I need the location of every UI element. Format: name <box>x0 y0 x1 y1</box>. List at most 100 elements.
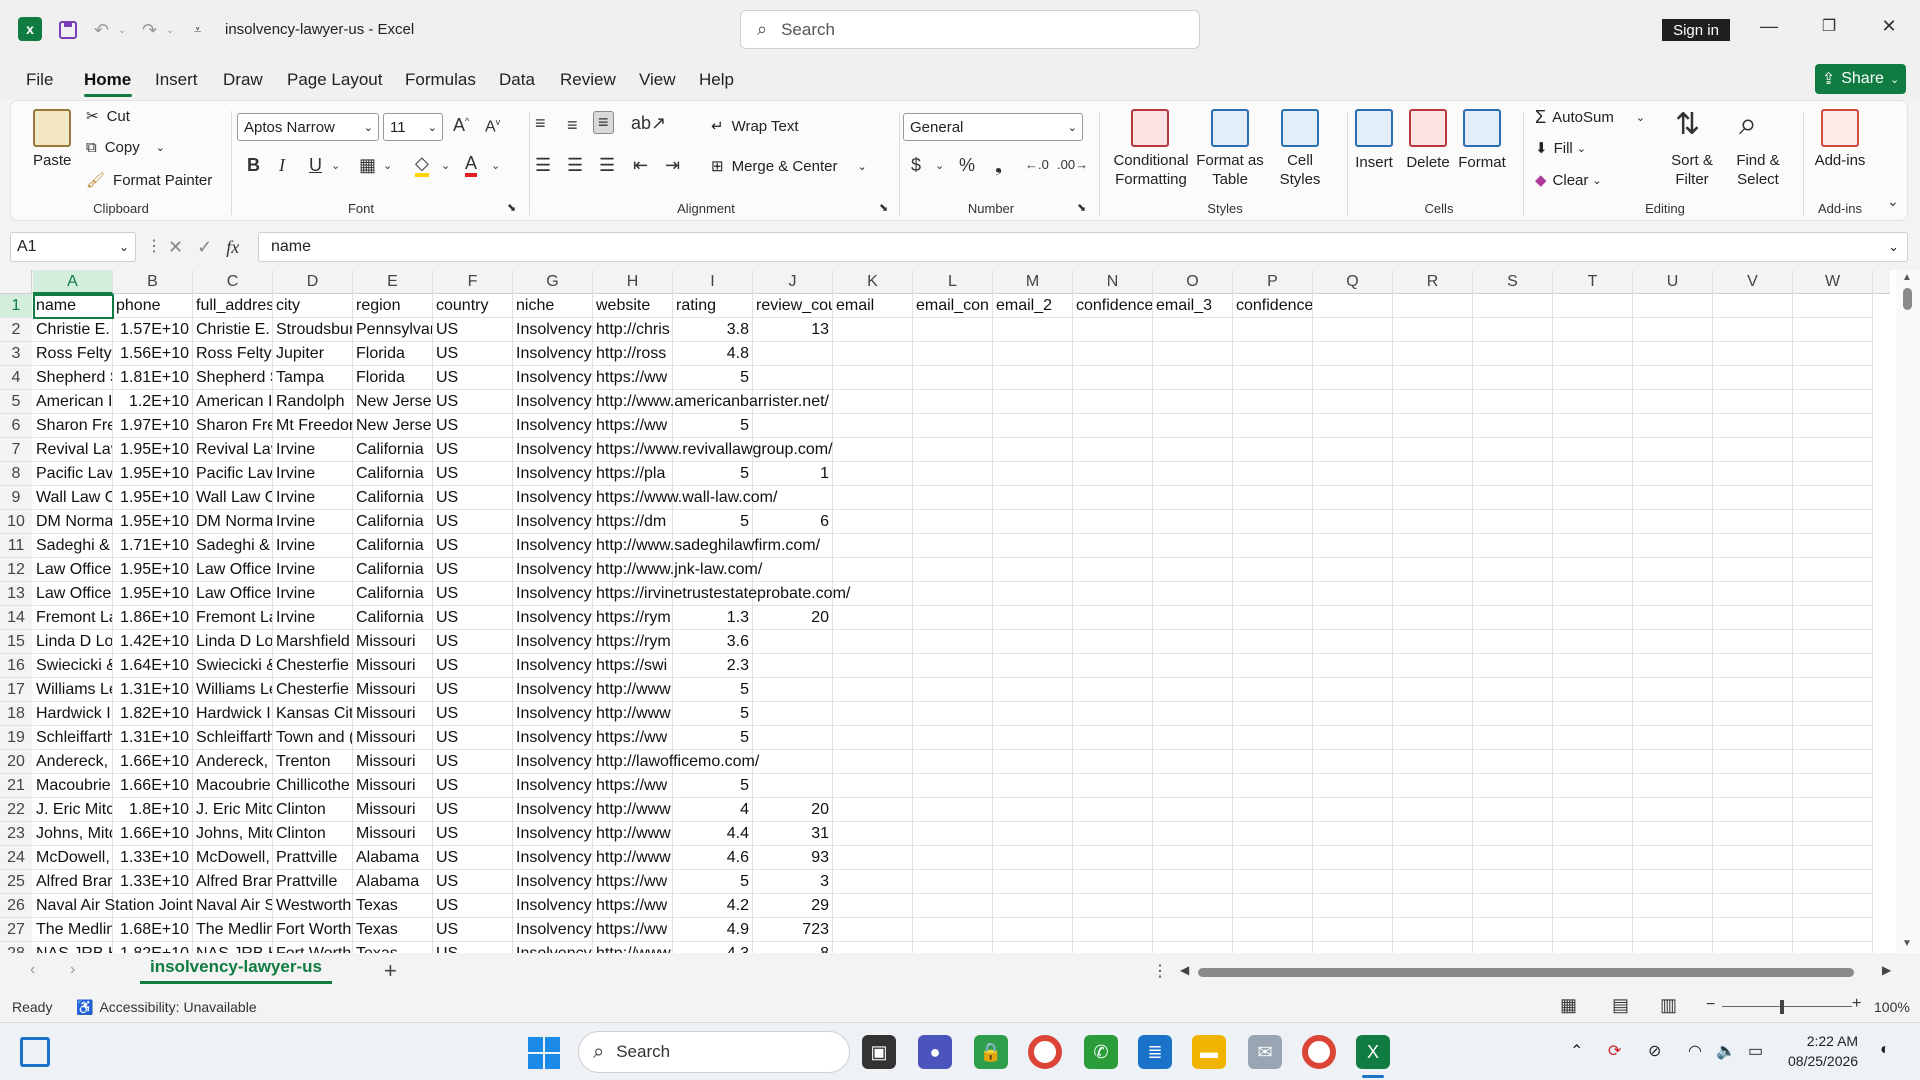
table-cell[interactable]: https://dm <box>593 510 673 534</box>
table-cell[interactable]: Fort Worth <box>273 942 353 953</box>
table-cell[interactable] <box>913 822 993 846</box>
column-header[interactable]: F <box>433 270 513 294</box>
column-header[interactable]: Q <box>1313 270 1393 294</box>
table-cell[interactable]: Insolvency <box>513 630 593 654</box>
table-cell[interactable]: Missouri <box>353 702 433 726</box>
table-cell[interactable]: 6 <box>753 510 833 534</box>
table-cell[interactable]: 1.3 <box>673 606 753 630</box>
table-cell[interactable] <box>1473 438 1553 462</box>
table-cell[interactable] <box>1553 462 1633 486</box>
table-cell[interactable]: Marshfield <box>273 630 353 654</box>
table-cell[interactable]: 1.82E+10 <box>113 702 193 726</box>
table-cell[interactable]: 1.8E+10 <box>113 798 193 822</box>
table-cell[interactable] <box>833 606 913 630</box>
table-cell[interactable] <box>1153 414 1233 438</box>
table-cell[interactable] <box>833 390 913 414</box>
table-cell[interactable] <box>1473 918 1553 942</box>
table-cell[interactable] <box>1313 654 1393 678</box>
table-cell[interactable]: 4.9 <box>673 918 753 942</box>
table-cell[interactable] <box>1313 294 1393 318</box>
table-cell[interactable]: 31 <box>753 822 833 846</box>
table-cell[interactable] <box>1553 918 1633 942</box>
table-cell[interactable]: Insolvency <box>513 726 593 750</box>
table-cell[interactable] <box>913 534 993 558</box>
table-cell[interactable]: California <box>353 510 433 534</box>
column-header[interactable]: J <box>753 270 833 294</box>
table-cell[interactable] <box>1073 702 1153 726</box>
table-cell[interactable]: Insolvency <box>513 918 593 942</box>
table-cell[interactable] <box>1553 822 1633 846</box>
table-cell[interactable] <box>1713 846 1793 870</box>
table-cell[interactable] <box>1713 630 1793 654</box>
table-cell[interactable]: US <box>433 750 513 774</box>
table-cell[interactable]: Fremont La <box>193 606 273 630</box>
table-cell[interactable] <box>1313 606 1393 630</box>
table-cell[interactable] <box>1233 414 1313 438</box>
table-cell[interactable] <box>1633 582 1713 606</box>
table-cell[interactable] <box>1633 390 1713 414</box>
table-cell[interactable] <box>1233 822 1313 846</box>
tab-formulas[interactable]: Formulas <box>405 70 476 90</box>
table-cell[interactable] <box>1473 582 1553 606</box>
table-cell[interactable] <box>1073 390 1153 414</box>
table-cell[interactable] <box>1793 606 1873 630</box>
table-cell[interactable]: Westworth <box>273 894 353 918</box>
table-cell[interactable] <box>993 438 1073 462</box>
comma-style-icon[interactable]: ❟ <box>995 155 1002 176</box>
table-cell[interactable] <box>753 414 833 438</box>
table-cell[interactable]: https://ww <box>593 366 673 390</box>
table-cell[interactable] <box>1713 294 1793 318</box>
font-color-icon[interactable]: A <box>465 153 478 177</box>
table-cell[interactable] <box>1393 846 1473 870</box>
table-cell[interactable] <box>1393 894 1473 918</box>
redo-icon[interactable]: ↷ <box>142 18 157 42</box>
table-cell[interactable]: DM Norma <box>193 510 273 534</box>
location-off-icon[interactable]: ⊘ <box>1648 1041 1661 1061</box>
table-cell[interactable] <box>1233 318 1313 342</box>
table-cell[interactable] <box>993 654 1073 678</box>
table-cell[interactable] <box>833 462 913 486</box>
table-cell[interactable]: Revival Lav <box>33 438 113 462</box>
table-cell[interactable]: California <box>353 534 433 558</box>
row-header[interactable]: 20 <box>0 750 32 774</box>
table-cell[interactable] <box>1713 702 1793 726</box>
table-cell[interactable] <box>1793 414 1873 438</box>
table-cell[interactable] <box>913 678 993 702</box>
table-cell[interactable] <box>833 894 913 918</box>
table-cell[interactable] <box>1473 486 1553 510</box>
table-cell[interactable]: Law Office <box>193 558 273 582</box>
table-cell[interactable] <box>1713 534 1793 558</box>
tab-review[interactable]: Review <box>560 70 616 90</box>
bold-icon[interactable]: B <box>247 155 260 176</box>
table-cell[interactable]: US <box>433 390 513 414</box>
table-cell[interactable] <box>993 486 1073 510</box>
worksheet[interactable]: ABCDEFGHIJKLMNOPQRSTUVW 1 2 3 4 5 6 7 8 9 10 11 12 1… <box>0 270 1920 953</box>
increase-decimal-icon[interactable]: ←.0 <box>1025 157 1049 172</box>
table-cell[interactable] <box>1633 918 1713 942</box>
table-cell[interactable] <box>1553 438 1633 462</box>
table-cell[interactable] <box>833 414 913 438</box>
table-cell[interactable]: 3 <box>753 870 833 894</box>
column-header[interactable]: D <box>273 270 353 294</box>
table-cell[interactable]: http://www <box>593 846 673 870</box>
table-cell[interactable]: http://www.americanbarrister.net/ <box>593 390 829 414</box>
sign-in-button[interactable]: Sign in <box>1662 19 1730 41</box>
table-cell[interactable] <box>1153 342 1233 366</box>
table-cell[interactable]: Chesterfie <box>273 654 353 678</box>
table-cell[interactable] <box>1153 822 1233 846</box>
table-cell[interactable]: US <box>433 894 513 918</box>
table-cell[interactable]: Johns, Mitc <box>33 822 113 846</box>
table-cell[interactable] <box>1313 534 1393 558</box>
table-cell[interactable] <box>753 726 833 750</box>
table-cell[interactable] <box>1073 534 1153 558</box>
table-cell[interactable]: Pacific Lav <box>33 462 113 486</box>
header-cell[interactable]: full_addres <box>193 294 273 318</box>
close-icon[interactable]: ✕ <box>1874 16 1904 37</box>
table-cell[interactable] <box>1633 534 1713 558</box>
table-cell[interactable]: Missouri <box>353 774 433 798</box>
table-cell[interactable]: https://irvinetrustestateprobate.com/ <box>593 582 850 606</box>
table-cell[interactable] <box>1633 558 1713 582</box>
table-cell[interactable] <box>1633 822 1713 846</box>
table-cell[interactable] <box>993 702 1073 726</box>
table-cell[interactable] <box>1393 414 1473 438</box>
